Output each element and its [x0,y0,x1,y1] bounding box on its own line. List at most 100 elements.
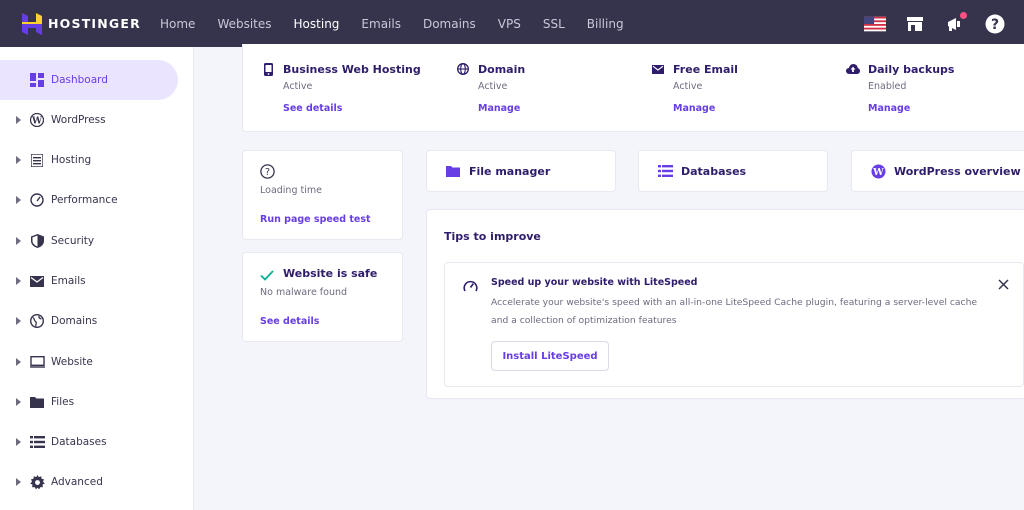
dashboard-icon [29,72,45,88]
phone-icon [261,62,275,76]
service-name: Business Web Hosting [283,63,421,76]
checkmark-icon [260,266,274,285]
service-status: Active [673,81,703,92]
help-icon[interactable]: ? [984,13,1006,35]
sidebar-item-label: Performance [51,194,118,206]
service-name: Domain [478,63,526,76]
chevron-right-icon [16,317,21,325]
monitor-icon [29,354,45,370]
safety-details-link[interactable]: See details [260,316,319,327]
database-icon [29,434,45,450]
sidebar-item-label: Emails [51,275,86,287]
sidebar-item-label: Advanced [51,476,103,488]
sidebar-item-files[interactable]: Files [0,382,194,422]
litespeed-tip: Speed up your website with LiteSpeed Acc… [444,262,1024,387]
folder-icon [29,394,45,410]
sidebar-item-label: Domains [51,315,98,327]
service-link[interactable]: See details [283,103,342,114]
sidebar-item-dashboard[interactable]: Dashboard [0,60,194,100]
brand-name: HOSTINGER [48,16,141,31]
svg-text:W: W [872,167,884,178]
databases-button[interactable]: Databases [638,150,828,192]
tip-item-title: Speed up your website with LiteSpeed [491,277,698,288]
megaphone-icon[interactable] [944,11,967,35]
server-icon [29,152,45,168]
gear-icon [29,474,45,490]
speedometer-icon [463,277,478,296]
close-icon[interactable] [998,275,1009,294]
sidebar: Dashboard W WordPress Hosting Performanc… [0,47,194,510]
service-status: Active [478,81,508,92]
sidebar-item-label: Security [51,235,95,247]
cloud-upload-icon [846,62,860,76]
nav-hosting[interactable]: Hosting [294,17,340,31]
store-icon[interactable] [904,13,926,35]
folder-icon [445,163,461,179]
sidebar-item-security[interactable]: Security [0,221,194,261]
chevron-right-icon [16,156,21,164]
tip-description-line-1: Accelerate your website's speed with an … [491,297,978,308]
top-navigation-bar: HOSTINGER Home Websites Hosting Emails D… [0,0,1024,47]
sidebar-item-emails[interactable]: Emails [0,261,194,301]
service-link[interactable]: Manage [868,103,910,114]
main-nav: Home Websites Hosting Emails Domains VPS… [160,17,646,31]
chevron-right-icon [16,398,21,406]
sidebar-item-label: Hosting [51,154,92,166]
file-manager-button[interactable]: File manager [426,150,616,192]
brand-logo[interactable]: HOSTINGER [22,12,150,35]
service-link[interactable]: Manage [673,103,715,114]
sidebar-item-label: Dashboard [51,74,108,86]
tips-title: Tips to improve [444,230,541,243]
globe-icon [456,62,470,76]
website-safe-card: Website is safe No malware found See det… [242,252,403,342]
globe-icon [29,313,45,329]
sidebar-item-label: Files [51,396,75,408]
service-name: Daily backups [868,63,955,76]
service-status: Active [283,81,313,92]
loading-time-card: ? Loading time Run page speed test [242,150,403,240]
service-link[interactable]: Manage [478,103,520,114]
mail-icon [29,273,45,289]
chevron-right-icon [16,116,21,124]
chevron-right-icon [16,438,21,446]
sidebar-item-databases[interactable]: Databases [0,422,194,462]
services-overview-card: Business Web Hosting Active See details … [242,44,1024,132]
top-icons: ? [864,0,1024,47]
sidebar-item-performance[interactable]: Performance [0,180,194,220]
sidebar-item-wordpress[interactable]: W WordPress [0,100,194,140]
chevron-right-icon [16,196,21,204]
us-flag-icon[interactable] [864,13,886,35]
nav-domains[interactable]: Domains [423,17,476,31]
service-name: Free Email [673,63,738,76]
sidebar-item-advanced[interactable]: Advanced [0,462,194,502]
tip-description-line-2: and a collection of optimization feature… [491,315,677,326]
nav-websites[interactable]: Websites [217,17,271,31]
chevron-right-icon [16,237,21,245]
website-safe-title: Website is safe [283,267,378,280]
chevron-right-icon [16,478,21,486]
sidebar-item-hosting[interactable]: Hosting [0,140,194,180]
sidebar-item-website[interactable]: Website [0,342,194,382]
chevron-right-icon [16,358,21,366]
wordpress-icon: W [870,163,886,179]
sidebar-item-domains[interactable]: Domains [0,301,194,341]
nav-emails[interactable]: Emails [361,17,401,31]
nav-vps[interactable]: VPS [498,17,521,31]
run-speed-test-link[interactable]: Run page speed test [260,214,371,225]
nav-billing[interactable]: Billing [587,17,624,31]
loading-time-label: Loading time [260,185,322,196]
sidebar-item-label: Website [51,356,93,368]
mail-icon [651,62,665,76]
tips-card: Tips to improve Speed up your website wi… [426,209,1024,399]
install-litespeed-button[interactable]: Install LiteSpeed [491,341,609,371]
no-malware-text: No malware found [260,287,348,298]
question-circle-icon: ? [260,164,275,183]
quick-link-label: File manager [469,164,551,178]
nav-ssl[interactable]: SSL [543,17,565,31]
wordpress-overview-button[interactable]: W WordPress overview [851,150,1024,192]
nav-home[interactable]: Home [160,17,195,31]
quick-link-label: WordPress overview [894,164,1021,178]
chevron-right-icon [16,277,21,285]
quick-link-label: Databases [681,164,747,178]
service-status: Enabled [868,81,907,92]
